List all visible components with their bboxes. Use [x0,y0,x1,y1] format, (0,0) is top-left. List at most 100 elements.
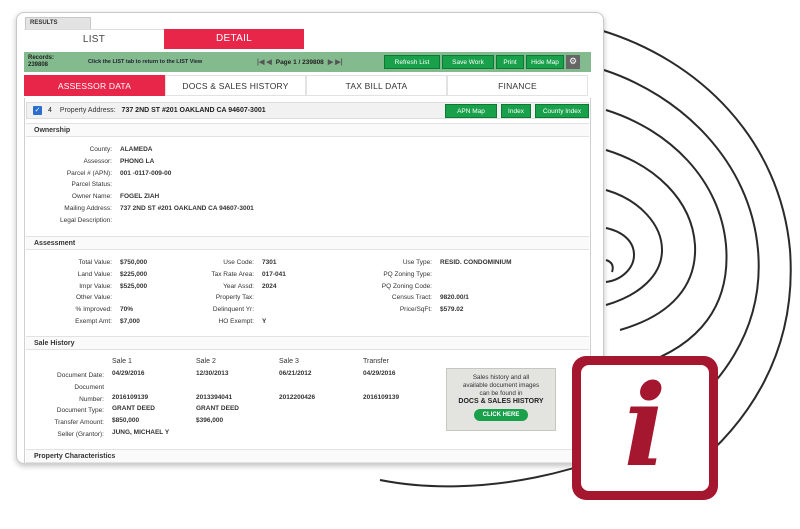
section-tabs: ASSESSOR DATA DOCS & SALES HISTORY TAX B… [24,75,591,96]
field-label: Exempt Amt: [75,317,112,325]
field-value: FOGEL ZIAH [120,193,160,201]
field-label: County: [89,146,112,153]
field-value [432,281,440,293]
property-checkbox[interactable]: ✓ [33,106,42,115]
sale-date: 04/29/2016 [363,370,396,377]
sale-history-labels: Document Date: Document Number: Document Ty… [26,370,104,441]
field-label: Use Type: [402,259,432,266]
field-label: Other Value: [75,294,112,302]
tab-assessor-data[interactable]: ASSESSOR DATA [24,75,165,96]
field-value [112,179,120,191]
field-value: $579.02 [440,306,464,314]
field-value [254,292,262,304]
click-here-button[interactable]: CLICK HERE [474,409,528,421]
field-label: Mailing Address: [64,204,112,212]
field-value: 2024 [262,282,277,290]
records-value: 239808 [28,62,49,68]
county-index-button[interactable]: County Index [535,104,589,118]
field-value: ALAMEDA [120,146,153,153]
sale-spacer [112,380,169,392]
sale-type [363,403,399,415]
sale-amount: $850,000 [112,417,140,425]
kv-row: Property Tax: [160,292,286,304]
property-address: 737 2ND ST #201 OAKLAND CA 94607-3001 [121,107,266,114]
field-value: $750,000 [120,259,148,266]
sale-number: 2012200426 [279,393,316,401]
sale-label-row: Transfer Amount: [26,417,104,429]
sale-field-label: Transfer Amount: [54,419,104,427]
field-value: RESID. CONDOMINIUM [440,259,512,266]
field-value: $525,000 [120,282,148,290]
tab-finance[interactable]: FINANCE [447,75,588,96]
sale-type [279,403,315,415]
tab-detail[interactable]: DETAIL [164,29,304,49]
kv-row: Tax Rate Area: 017-041 [160,269,286,281]
sale-field-label: Seller (Grantor): [57,430,104,438]
list-tab-hint: Click the LIST tab to return to the LIST… [88,59,203,65]
next-page-icon[interactable]: ▶ [328,58,333,66]
field-label: Impr Value: [79,282,112,290]
field-label: Census Tract: [391,294,432,302]
kv-row: Other Value: [26,292,147,304]
field-value: Y [262,317,267,325]
sale-label-row: Document [26,382,104,394]
note-strong: DOCS & SALES HISTORY [458,398,544,405]
kv-row: Owner Name: FOGEL ZIAH [26,191,254,203]
field-label: Parcel Status: [71,181,112,189]
info-icon: i [572,356,718,500]
field-label: Land Value: [77,270,112,278]
field-value [112,215,120,227]
kv-row: % Improved: 70% [26,304,147,316]
assessment-col-2: Use Code: 7301 Tax Rate Area: 017-041 Year A… [160,257,286,328]
first-page-icon[interactable]: |◀ [257,58,264,66]
kv-row: Impr Value: $525,000 [26,281,147,293]
results-tab[interactable]: RESULTS [25,17,91,29]
apn-map-button[interactable]: APN Map [445,104,497,118]
kv-row: Exempt Amt: $7,000 [26,316,147,328]
sale-number: 2016109139 [363,393,400,401]
kv-row: HO Exempt: Y [160,316,286,328]
sale-column-header: Transfer [363,358,389,365]
prev-page-icon[interactable]: ◀ [266,58,271,66]
sale-label-row: Document Date: [26,370,104,382]
info-glyph: i [623,361,667,492]
kv-row: Price/SqFt: $579.02 [330,304,512,316]
field-label: Legal Description: [59,216,112,224]
sale-amount [279,415,315,427]
property-characteristics-heading: Property Characteristics [26,449,589,463]
tab-docs-sales-history[interactable]: DOCS & SALES HISTORY [165,75,306,96]
sale-spacer [363,380,399,392]
sale-field-label: Document Type: [56,407,104,415]
hide-map-button[interactable]: Hide Map [526,55,564,69]
tab-tax-bill-data[interactable]: TAX BILL DATA [306,75,447,96]
ownership-list: County: ALAMEDA Assessor: PHONG LA Parcel # … [26,144,254,227]
last-page-icon[interactable]: ▶| [335,58,342,66]
assessment-col-3: Use Type: RESID. CONDOMINIUM PQ Zoning Typ… [330,257,512,316]
note-line-2: available document images [462,382,540,389]
records-count: Records: 239808 [24,55,78,69]
sale-column: Transfer 04/29/2016 2016109139 [363,358,399,439]
sale-seller [279,427,315,439]
refresh-list-button[interactable]: Refresh List [384,55,440,69]
field-label: Owner Name: [71,193,112,201]
save-work-button[interactable]: Save Work [442,55,494,69]
field-value: $7,000 [120,317,140,325]
docs-sales-history-note: Sales history and all available document… [446,368,556,431]
sale-date: 06/21/2012 [279,370,312,377]
print-button[interactable]: Print [496,55,524,69]
sale-amount: $396,000 [196,417,224,425]
field-value: 737 2ND ST #201 OAKLAND CA 94607-3001 [120,204,254,212]
kv-row: PQ Zoning Type: [330,269,512,281]
sale-number: 2016109139 [112,393,149,401]
gear-icon[interactable]: ⚙ [566,55,580,69]
index-button[interactable]: Index [501,104,531,118]
records-label: Records: [28,55,55,61]
field-label: Parcel # (APN): [66,169,112,177]
tab-list[interactable]: LIST [24,29,164,49]
field-value: 9820.00/1 [440,294,469,302]
sale-column-header: Sale 2 [196,358,216,365]
property-address-label: Property Address: [59,107,116,114]
field-label: % Improved: [75,306,113,314]
sale-seller: JUNG, MICHAEL Y [112,428,170,436]
sale-field-label: Number: [79,395,104,403]
